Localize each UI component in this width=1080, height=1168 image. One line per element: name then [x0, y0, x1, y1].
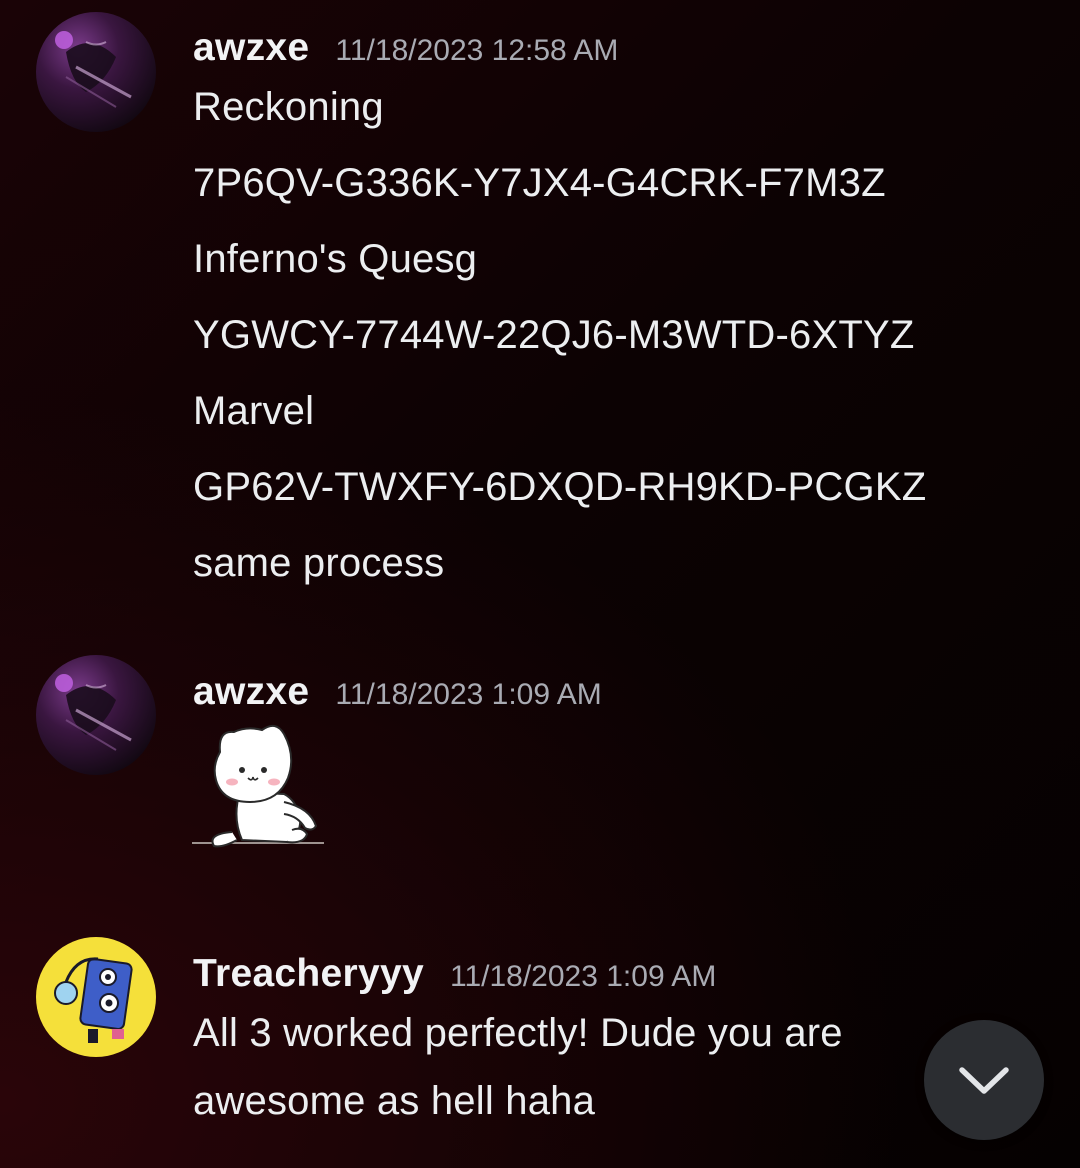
message-text-line: awesome as hell haha	[193, 1079, 596, 1123]
avatar[interactable]	[36, 12, 156, 132]
message-text-line: All 3 worked perfectly! Dude you are	[193, 1011, 843, 1055]
username[interactable]: Treacheryyy	[193, 952, 424, 996]
username[interactable]: awzxe	[193, 26, 309, 70]
cat-sticker[interactable]	[192, 722, 337, 852]
avatar-image	[36, 655, 156, 775]
timestamp: 11/18/2023 12:58 AM	[335, 34, 619, 67]
username[interactable]: awzxe	[193, 670, 309, 714]
message-text-line: Reckoning	[193, 85, 384, 129]
scroll-to-bottom-button[interactable]	[924, 1020, 1044, 1140]
message-header: Treacheryyy 11/18/2023 1:09 AM	[193, 952, 716, 996]
timestamp: 11/18/2023 1:09 AM	[335, 678, 602, 711]
avatar-image	[36, 937, 156, 1057]
message-text-line: Inferno's Quesg	[193, 237, 478, 281]
avatar[interactable]	[36, 937, 156, 1057]
white-cat-sticker-icon	[192, 724, 324, 848]
message-header: awzxe 11/18/2023 12:58 AM	[193, 26, 618, 70]
avatar-image	[36, 12, 156, 132]
message-header: awzxe 11/18/2023 1:09 AM	[193, 670, 602, 714]
message-text-line: Marvel	[193, 389, 315, 433]
message-text-line: GP62V-TWXFY-6DXQD-RH9KD-PCGKZ	[193, 465, 927, 509]
timestamp: 11/18/2023 1:09 AM	[449, 960, 717, 993]
message-text-line: 7P6QV-G336K-Y7JX4-G4CRK-F7M3Z	[193, 161, 886, 205]
message-text-line: same process	[193, 541, 445, 585]
avatar[interactable]	[36, 655, 156, 775]
message-text-line: YGWCY-7744W-22QJ6-M3WTD-6XTYZ	[193, 313, 915, 357]
chevron-down-icon	[959, 1067, 1009, 1094]
